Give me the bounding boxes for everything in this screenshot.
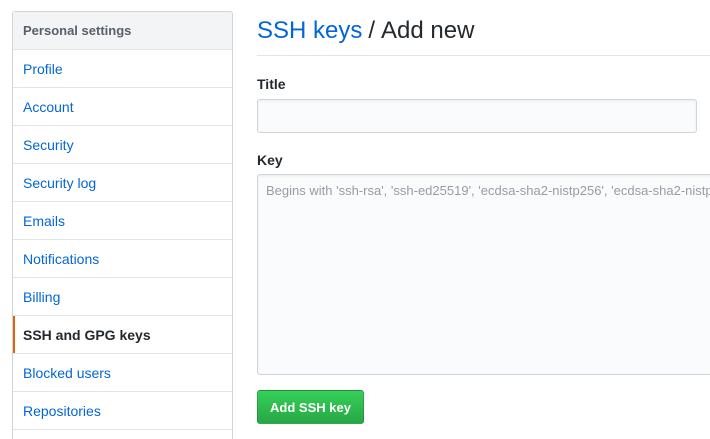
- breadcrumb-separator: /: [368, 16, 376, 44]
- ssh-key-add-page: Personal settings Profile Account Securi…: [0, 0, 710, 439]
- key-textarea[interactable]: [257, 174, 710, 375]
- sidebar-item-security-log[interactable]: Security log: [13, 164, 232, 202]
- sidebar-item-account[interactable]: Account: [13, 88, 232, 126]
- title-input[interactable]: [257, 99, 697, 133]
- breadcrumb-ssh-keys-link[interactable]: SSH keys: [257, 17, 362, 45]
- add-ssh-key-button[interactable]: Add SSH key: [257, 390, 364, 424]
- main-content: SSH keys / Add new Title Key Add SSH key: [257, 0, 710, 424]
- sidebar-item-notifications[interactable]: Notifications: [13, 240, 232, 278]
- sidebar-item-security[interactable]: Security: [13, 126, 232, 164]
- title-label: Title: [257, 76, 286, 92]
- settings-sidebar: Personal settings Profile Account Securi…: [12, 11, 233, 439]
- sidebar-item-repositories[interactable]: Repositories: [13, 392, 232, 430]
- page-title: SSH keys / Add new: [257, 0, 710, 56]
- sidebar-item-blocked-users[interactable]: Blocked users: [13, 354, 232, 392]
- sidebar-header: Personal settings: [13, 12, 232, 50]
- key-label: Key: [257, 152, 283, 168]
- breadcrumb-current: Add new: [381, 16, 475, 44]
- sidebar-item-billing[interactable]: Billing: [13, 278, 232, 316]
- sidebar-item-emails[interactable]: Emails: [13, 202, 232, 240]
- sidebar-item-profile[interactable]: Profile: [13, 50, 232, 88]
- sidebar-item-ssh-gpg-keys[interactable]: SSH and GPG keys: [13, 316, 232, 354]
